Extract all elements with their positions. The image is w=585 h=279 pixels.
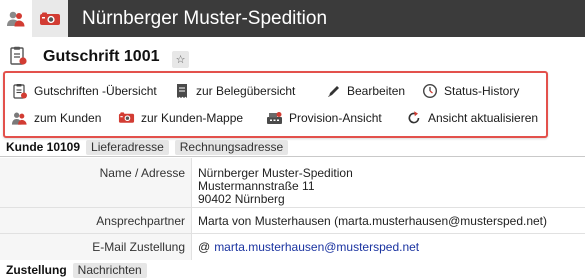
delivery-label: Zustellung (6, 263, 67, 277)
customer-label: Kunde 10109 (6, 140, 81, 154)
document-list-icon (10, 46, 27, 65)
address-value: Nürnberger Muster-Spedition Mustermannst… (192, 158, 353, 207)
page-title: Gutschrift 1001 (43, 48, 160, 65)
document-header: Gutschrift 1001 ☆ (0, 37, 585, 75)
cashbox-icon (266, 110, 283, 126)
tab-billing-address[interactable]: Rechnungsadresse (174, 139, 289, 155)
action-label: Gutschriften -Übersicht (34, 84, 157, 98)
action-label: Provision-Ansicht (289, 111, 382, 125)
field-label: Name / Adresse (0, 158, 192, 207)
actions-panel: Gutschriften -Übersicht zur Belegübersic… (3, 71, 548, 138)
top-bar: Nürnberger Muster-Spedition (0, 0, 585, 37)
field-label: Ansprechpartner (0, 208, 192, 233)
app-title: Nürnberger Muster-Spedition (82, 7, 328, 29)
action-status-history[interactable]: Status-History (421, 82, 519, 100)
customer-details: Name / Adresse Nürnberger Muster-Spediti… (0, 158, 585, 260)
delivery-section-header: Zustellung Nachrichten (6, 262, 153, 278)
action-label: Ansicht aktualisieren (428, 111, 539, 125)
at-icon: @ (198, 240, 211, 254)
action-customer-folder[interactable]: zur Kunden-Mappe (118, 109, 243, 127)
divider (0, 156, 585, 157)
refresh-icon (405, 110, 422, 126)
customer-section-header: Kunde 10109 Lieferadresse Rechnungsadres… (6, 139, 294, 155)
favorite-button[interactable]: ☆ (172, 51, 189, 68)
tab-messages[interactable]: Nachrichten (72, 262, 147, 278)
table-row: Ansprechpartner Marta von Musterhausen (… (0, 208, 585, 234)
action-receipt-overview[interactable]: zur Belegübersicht (173, 82, 295, 100)
action-label: zum Kunden (34, 111, 102, 125)
clock-icon (421, 83, 438, 99)
table-row: Name / Adresse Nürnberger Muster-Spediti… (0, 158, 585, 208)
action-credit-overview[interactable]: Gutschriften -Übersicht (11, 82, 157, 100)
field-label: E-Mail Zustellung (0, 234, 192, 260)
table-row: E-Mail Zustellung @ marta.musterhausen@m… (0, 234, 585, 260)
folder-camera-icon (118, 110, 135, 126)
tab-folder[interactable] (32, 0, 68, 37)
tab-customers[interactable] (0, 0, 32, 37)
action-label: zur Kunden-Mappe (141, 111, 244, 125)
action-edit[interactable]: Bearbeiten (324, 82, 405, 100)
action-refresh-view[interactable]: Ansicht aktualisieren (405, 109, 538, 127)
star-icon: ☆ (175, 54, 186, 66)
action-commission-view[interactable]: Provision-Ansicht (266, 109, 382, 127)
action-label: Status-History (444, 84, 520, 98)
action-to-customer[interactable]: zum Kunden (11, 109, 101, 127)
action-label: zur Belegübersicht (196, 84, 296, 98)
users-icon (11, 110, 28, 126)
contact-value: Marta von Musterhausen (marta.musterhaus… (198, 213, 548, 228)
pen-icon (324, 83, 341, 99)
email-value: @ marta.musterhausen@mustersped.net (192, 234, 419, 260)
document-list-icon (11, 83, 28, 99)
tab-delivery-address[interactable]: Lieferadresse (86, 139, 169, 155)
receipt-icon (173, 83, 190, 99)
camera-icon (40, 12, 60, 25)
users-icon (7, 11, 25, 26)
address-line: 90402 Nürnberg (198, 192, 285, 206)
action-label: Bearbeiten (347, 84, 406, 98)
email-link[interactable]: marta.musterhausen@mustersped.net (214, 240, 419, 254)
